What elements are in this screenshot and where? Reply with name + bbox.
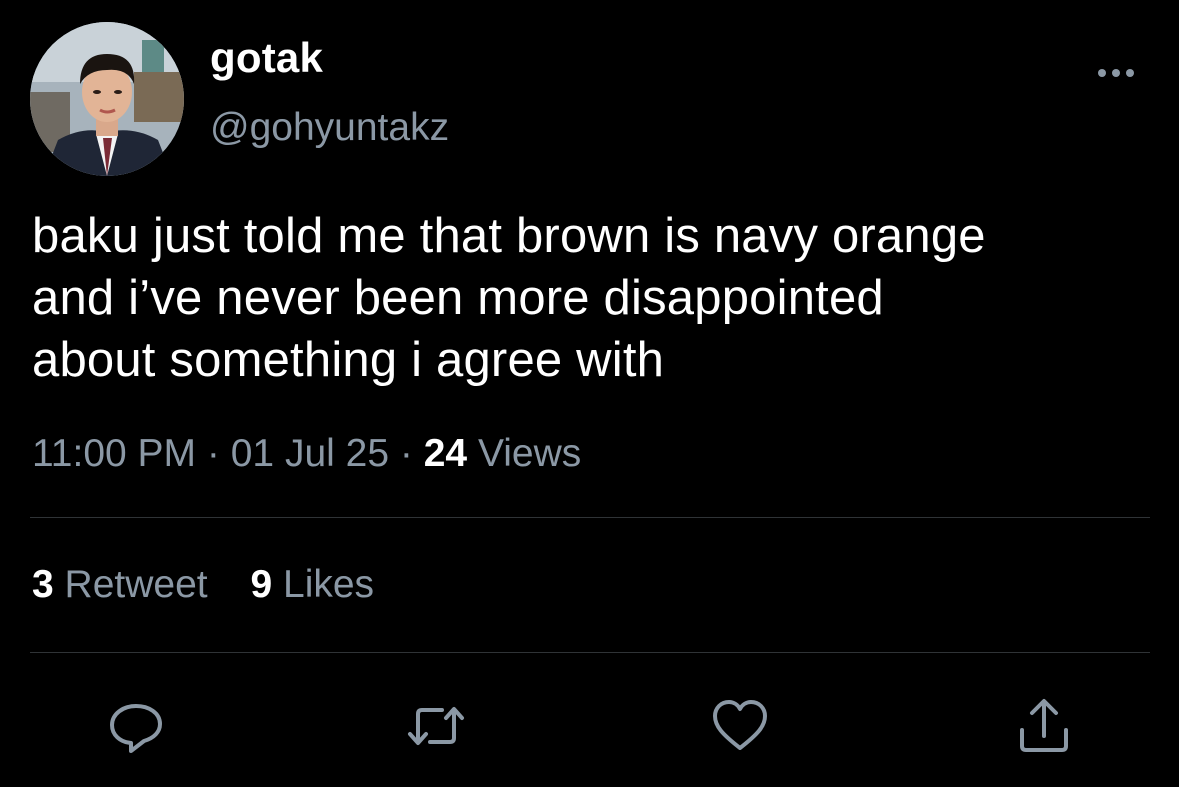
engagement-stats: 3 Retweet 9 Likes (32, 563, 374, 607)
views-label: Views (477, 432, 582, 475)
user-handle[interactable]: @gohyuntakz (210, 106, 449, 150)
more-dots-icon (1098, 69, 1134, 77)
likes-label: Likes (283, 563, 375, 606)
likes-count: 9 (250, 563, 273, 606)
profile-photo (30, 22, 184, 176)
more-options-button[interactable] (1094, 60, 1138, 86)
meta-separator: · (206, 432, 220, 475)
tweet-text: baku just told me that brown is navy ora… (32, 209, 986, 387)
reply-button[interactable] (106, 696, 166, 756)
retweet-button[interactable] (406, 696, 466, 756)
views-count: 24 (423, 432, 468, 475)
retweets-label: Retweet (64, 563, 208, 606)
display-name[interactable]: gotak (210, 34, 323, 82)
speech-bubble-icon (110, 704, 162, 753)
share-button[interactable] (1014, 696, 1074, 756)
meta-separator: · (399, 432, 413, 475)
tweet-meta: 11:00 PM · 01 Jul 25 · 24 Views (32, 432, 581, 476)
tweet-time[interactable]: 11:00 PM (32, 432, 196, 475)
share-upload-icon (1020, 699, 1068, 752)
retweets-stat[interactable]: 3 Retweet (32, 563, 218, 606)
like-button[interactable] (710, 696, 770, 756)
retweet-arrows-icon (408, 707, 464, 745)
divider (30, 517, 1150, 518)
likes-stat[interactable]: 9 Likes (250, 563, 374, 606)
retweets-count: 3 (32, 563, 54, 606)
heart-icon (713, 700, 767, 750)
tweet-date[interactable]: 01 Jul 25 (231, 432, 389, 475)
divider (30, 652, 1150, 653)
avatar[interactable] (30, 22, 184, 176)
